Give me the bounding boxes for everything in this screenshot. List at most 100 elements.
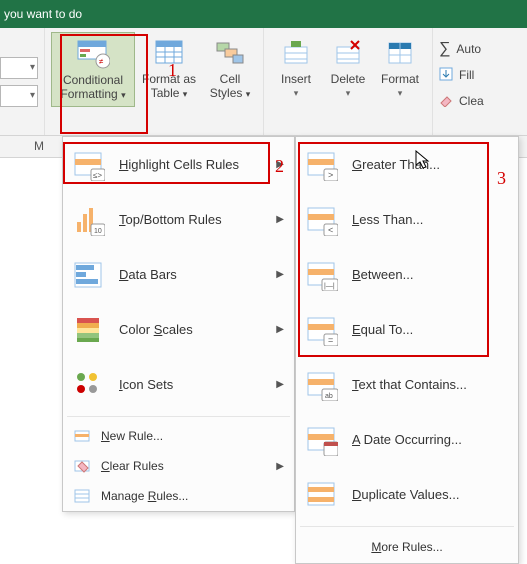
editing-group: ∑ Auto Fill Clea [433, 28, 490, 135]
delete-label: Delete [331, 72, 366, 86]
insert-cells-icon [281, 36, 311, 70]
annotation-label-2: 2 [275, 156, 284, 177]
menu-duplicate-values[interactable]: Duplicate Values... Duplicate Values... [296, 467, 518, 522]
menu-label: More Rules... [306, 540, 508, 554]
menu-label: Manage Rules... [101, 489, 284, 503]
conditional-formatting-button[interactable]: ≠ Conditional Formatting ▾ [51, 32, 135, 107]
color-scales-icon [73, 314, 105, 346]
greater-than-icon: > [306, 149, 338, 181]
new-rule-icon [73, 427, 91, 445]
menu-label: Less Than... [352, 212, 508, 227]
svg-text:≠: ≠ [99, 57, 104, 66]
svg-text:|—|: |—| [324, 283, 335, 290]
col-M[interactable]: M [34, 139, 44, 153]
chevron-right-icon: ▶ [276, 379, 284, 390]
cell-styles-icon [215, 36, 245, 70]
menu-label: Between... [352, 267, 508, 282]
duplicate-values-icon [306, 479, 338, 511]
icon-sets-icon [73, 369, 105, 401]
sigma-icon: ∑ [439, 40, 450, 58]
delete-cells-icon [333, 36, 363, 70]
chevron-right-icon: ▶ [276, 324, 284, 335]
format-cells-icon [385, 36, 415, 70]
chevron-right-icon: ▶ [276, 269, 284, 280]
top-bottom-icon: 10 [73, 204, 105, 236]
insert-label: Insert [281, 72, 311, 86]
annotation-label-3: 3 [497, 168, 506, 189]
clear-button[interactable]: Clea [439, 88, 484, 114]
menu-label: Clear Rules [101, 459, 276, 473]
conditional-formatting-icon: ≠ [76, 37, 110, 71]
manage-rules-icon [73, 487, 91, 505]
annotation-label-1: 1 [168, 60, 177, 81]
menu-label: Duplicate Values... [352, 487, 508, 502]
menu-label: Icon Sets [119, 377, 276, 392]
delete-button[interactable]: Delete ▾ [322, 32, 374, 103]
menu-equal-to[interactable]: = Equal To... Equal To... [296, 302, 518, 357]
svg-text:<: < [328, 225, 333, 235]
menu-between[interactable]: |—| Between... Between... [296, 247, 518, 302]
menu-data-bars[interactable]: Data Bars ▶ Data Bars [63, 247, 294, 302]
menu-label: Equal To... [352, 322, 508, 337]
less-than-icon: < [306, 204, 338, 236]
fill-label: Fill [459, 68, 474, 82]
menu-label: A Date Occurring... [352, 432, 508, 447]
svg-text:≤>: ≤> [93, 171, 102, 180]
format-label: Format [381, 72, 419, 86]
highlight-cells-submenu: > Greater Than... Greater Than... < Less… [295, 136, 519, 564]
menu-highlight-cells-rules[interactable]: ≤> HHighlight Cells Rulesighlight Cells … [63, 137, 294, 192]
svg-text:10: 10 [94, 228, 102, 235]
menu-icon-sets[interactable]: Icon Sets ▶ Icon Sets [63, 357, 294, 412]
title-bar: you want to do [0, 0, 527, 28]
menu-greater-than[interactable]: > Greater Than... Greater Than... [296, 137, 518, 192]
menu-clear-rules[interactable]: Clear Rules ▶ Clear Rules [63, 451, 294, 481]
clear-label: Clea [459, 94, 484, 108]
menu-new-rule[interactable]: New Rule... New Rule... [63, 421, 294, 451]
svg-text:>: > [328, 170, 333, 180]
mouse-cursor [415, 150, 431, 175]
ribbon: ▾ ▾ ≠ Conditional Formatting ▾ [0, 28, 527, 136]
menu-label: Color Scales [119, 322, 276, 337]
clear-rules-icon [73, 457, 91, 475]
conditional-formatting-label: Conditional Formatting ▾ [56, 73, 130, 102]
separator [67, 416, 290, 417]
menu-top-bottom-rules[interactable]: 10 Top/Bottom Rules ▶ Top/Bottom Rules [63, 192, 294, 247]
separator [300, 526, 514, 527]
cell-styles-button[interactable]: Cell Styles ▾ [203, 32, 257, 105]
menu-label: Top/Bottom Rules [119, 212, 276, 227]
menu-color-scales[interactable]: Color Scales ▶ Color Scales [63, 302, 294, 357]
format-button[interactable]: Format ▾ [374, 32, 426, 103]
insert-button[interactable]: Insert ▾ [270, 32, 322, 103]
between-icon: |—| [306, 259, 338, 291]
chevron-down-icon: ▾ [398, 88, 403, 99]
chevron-right-icon: ▶ [276, 214, 284, 225]
autosum-label: Auto [456, 42, 481, 56]
cell-styles-label: Cell Styles ▾ [207, 72, 253, 101]
menu-less-than[interactable]: < Less Than... Less Than... [296, 192, 518, 247]
fill-button[interactable]: Fill [439, 62, 484, 88]
date-occurring-icon [306, 424, 338, 456]
text-contains-icon: ab [306, 369, 338, 401]
chevron-right-icon: ▶ [276, 461, 284, 472]
menu-manage-rules[interactable]: Manage Rules... Manage Rules... [63, 481, 294, 511]
menu-more-rules[interactable]: More Rules... More Rules... [296, 531, 518, 563]
svg-text:ab: ab [325, 393, 333, 400]
chevron-down-icon: ▾ [294, 88, 299, 99]
autosum-button[interactable]: ∑ Auto [439, 36, 484, 62]
menu-date-occurring[interactable]: A Date Occurring... A Date Occurring... [296, 412, 518, 467]
menu-label: HHighlight Cells Rulesighlight Cells Rul… [119, 157, 276, 172]
menu-label: New Rule... [101, 429, 284, 443]
conditional-formatting-menu: ≤> HHighlight Cells Rulesighlight Cells … [62, 136, 295, 512]
menu-text-contains[interactable]: ab Text that Contains... Text that Conta… [296, 357, 518, 412]
chevron-down-icon: ▾ [346, 88, 351, 99]
svg-text:=: = [328, 335, 333, 345]
menu-label: Text that Contains... [352, 377, 508, 392]
tell-me-hint: you want to do [4, 7, 82, 21]
highlight-cells-icon: ≤> [73, 149, 105, 181]
eraser-icon [439, 93, 453, 110]
menu-label: Data Bars [119, 267, 276, 282]
trimmed-dropdown-1[interactable]: ▾ [0, 57, 38, 79]
trimmed-dropdown-2[interactable]: ▾ [0, 85, 38, 107]
fill-down-icon [439, 67, 453, 84]
equal-to-icon: = [306, 314, 338, 346]
